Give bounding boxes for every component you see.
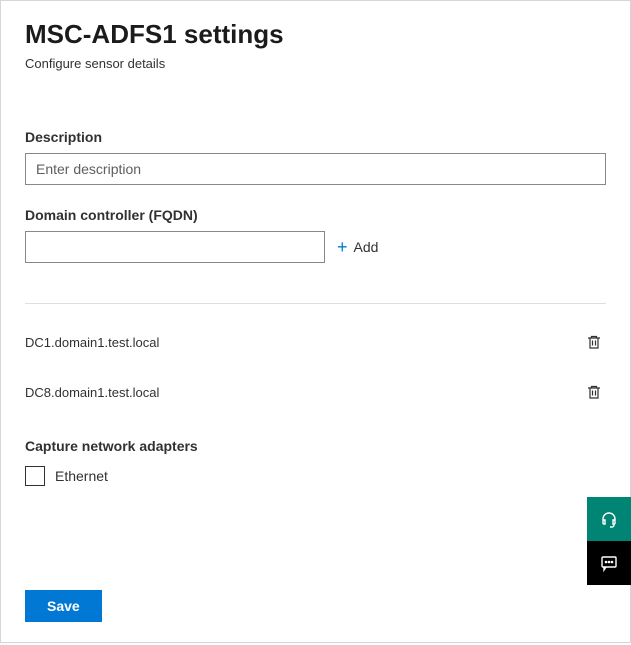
floating-actions	[587, 497, 631, 585]
description-input[interactable]	[25, 153, 606, 185]
list-item: DC8.domain1.test.local	[25, 372, 606, 412]
ethernet-checkbox[interactable]	[25, 466, 45, 486]
add-button[interactable]: + Add	[337, 238, 378, 256]
domain-controller-input[interactable]	[25, 231, 325, 263]
save-button[interactable]: Save	[25, 590, 102, 622]
delete-button[interactable]	[582, 330, 606, 354]
page-title: MSC-ADFS1 settings	[25, 19, 606, 50]
trash-icon	[586, 384, 602, 400]
adapters-label: Capture network adapters	[25, 438, 606, 454]
domain-controller-field-group: Domain controller (FQDN) + Add	[25, 207, 606, 263]
dc-name: DC1.domain1.test.local	[25, 335, 159, 350]
headset-icon	[599, 509, 619, 529]
adapter-item: Ethernet	[25, 466, 606, 486]
adapter-label: Ethernet	[55, 468, 108, 484]
trash-icon	[586, 334, 602, 350]
support-button[interactable]	[587, 497, 631, 541]
page-subtitle: Configure sensor details	[25, 56, 606, 71]
add-button-label: Add	[354, 239, 379, 255]
description-field-group: Description	[25, 129, 606, 185]
dc-name: DC8.domain1.test.local	[25, 385, 159, 400]
list-item: DC1.domain1.test.local	[25, 322, 606, 362]
delete-button[interactable]	[582, 380, 606, 404]
adapters-field-group: Capture network adapters Ethernet	[25, 438, 606, 486]
domain-controller-label: Domain controller (FQDN)	[25, 207, 606, 223]
description-label: Description	[25, 129, 606, 145]
plus-icon: +	[337, 238, 348, 256]
divider	[25, 303, 606, 304]
feedback-icon	[599, 553, 619, 573]
dc-list: DC1.domain1.test.local DC8.domain1.test.…	[25, 322, 606, 412]
feedback-button[interactable]	[587, 541, 631, 585]
settings-panel: MSC-ADFS1 settings Configure sensor deta…	[0, 0, 631, 643]
